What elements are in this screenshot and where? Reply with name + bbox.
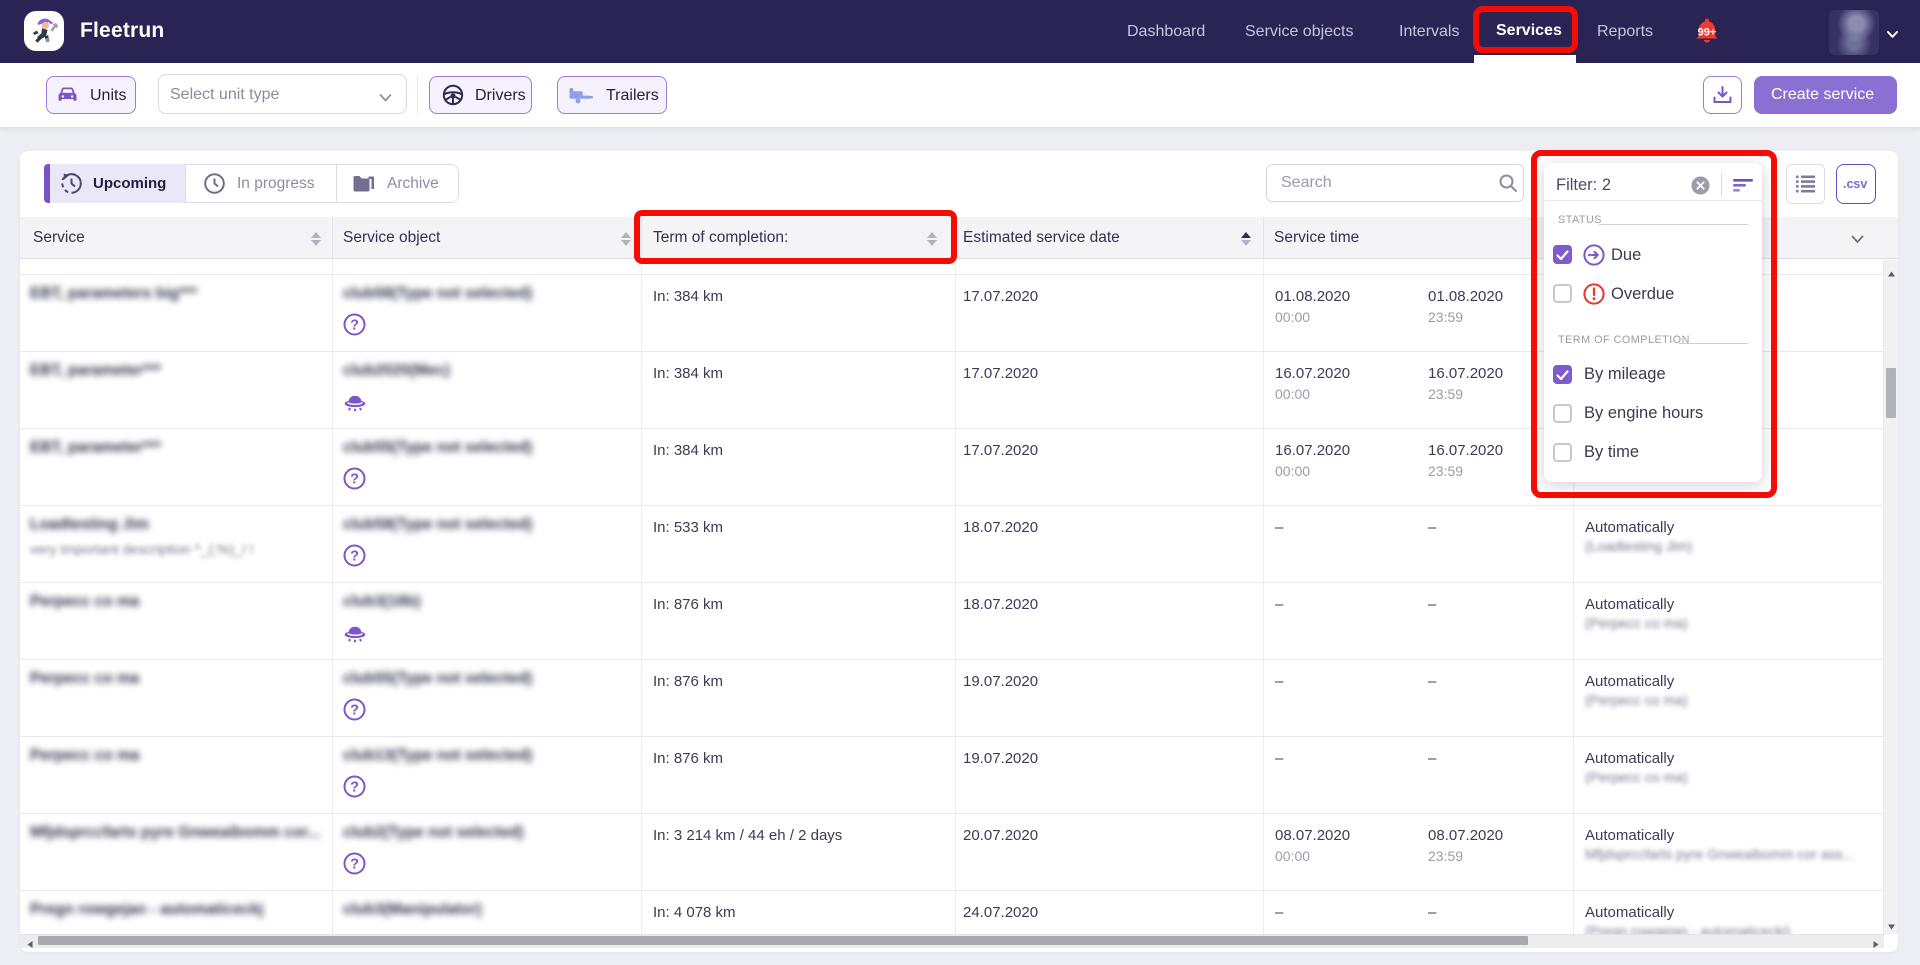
svg-text:?: ? xyxy=(350,857,359,873)
svg-text:99+: 99+ xyxy=(1698,27,1717,39)
svg-text:?: ? xyxy=(350,549,359,565)
svg-text:?: ? xyxy=(350,703,359,719)
svg-text:?: ? xyxy=(350,780,359,796)
svg-text:?: ? xyxy=(350,472,359,488)
svg-text:?: ? xyxy=(350,318,359,334)
